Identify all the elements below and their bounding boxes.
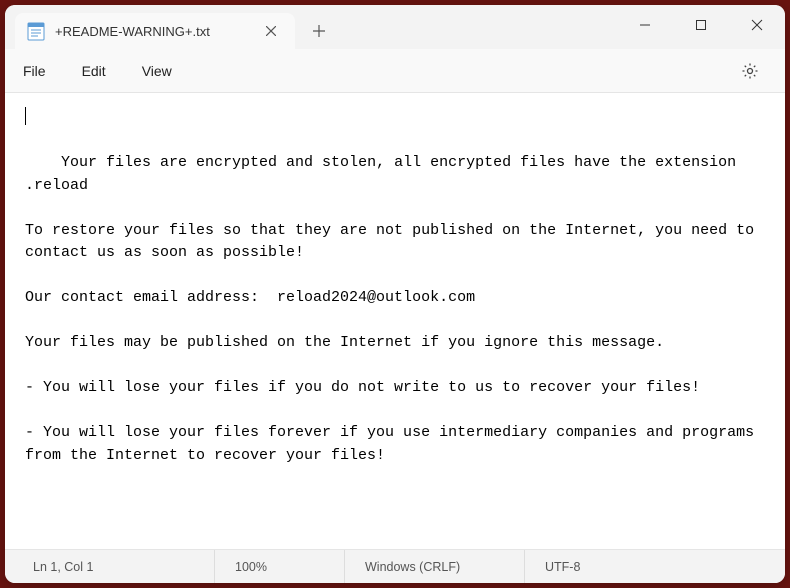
close-icon: [266, 26, 276, 36]
minimize-icon: [639, 19, 651, 31]
status-encoding[interactable]: UTF-8: [525, 550, 600, 583]
menubar: File Edit View: [5, 49, 785, 93]
new-tab-button[interactable]: [299, 13, 339, 49]
maximize-button[interactable]: [673, 5, 729, 45]
status-zoom[interactable]: 100%: [215, 550, 345, 583]
maximize-icon: [695, 19, 707, 31]
menu-view[interactable]: View: [142, 63, 172, 79]
gear-icon: [741, 62, 759, 80]
notepad-window: +README-WARNING+.txt: [5, 5, 785, 583]
menu-edit[interactable]: Edit: [82, 63, 106, 79]
notepad-icon: [27, 21, 45, 41]
window-controls: [617, 5, 785, 45]
status-position[interactable]: Ln 1, Col 1: [5, 550, 215, 583]
close-tab-button[interactable]: [259, 19, 283, 43]
settings-button[interactable]: [733, 54, 767, 88]
close-icon: [751, 19, 763, 31]
tab-title: +README-WARNING+.txt: [55, 24, 249, 39]
menu-file[interactable]: File: [23, 63, 46, 79]
status-line-ending[interactable]: Windows (CRLF): [345, 550, 525, 583]
titlebar: +README-WARNING+.txt: [5, 5, 785, 49]
close-window-button[interactable]: [729, 5, 785, 45]
plus-icon: [313, 25, 325, 37]
text-editor[interactable]: Your files are encrypted and stolen, all…: [5, 93, 785, 549]
text-cursor: [25, 107, 26, 125]
tab[interactable]: +README-WARNING+.txt: [15, 13, 295, 49]
statusbar: Ln 1, Col 1 100% Windows (CRLF) UTF-8: [5, 549, 785, 583]
minimize-button[interactable]: [617, 5, 673, 45]
file-content: Your files are encrypted and stolen, all…: [25, 154, 763, 464]
